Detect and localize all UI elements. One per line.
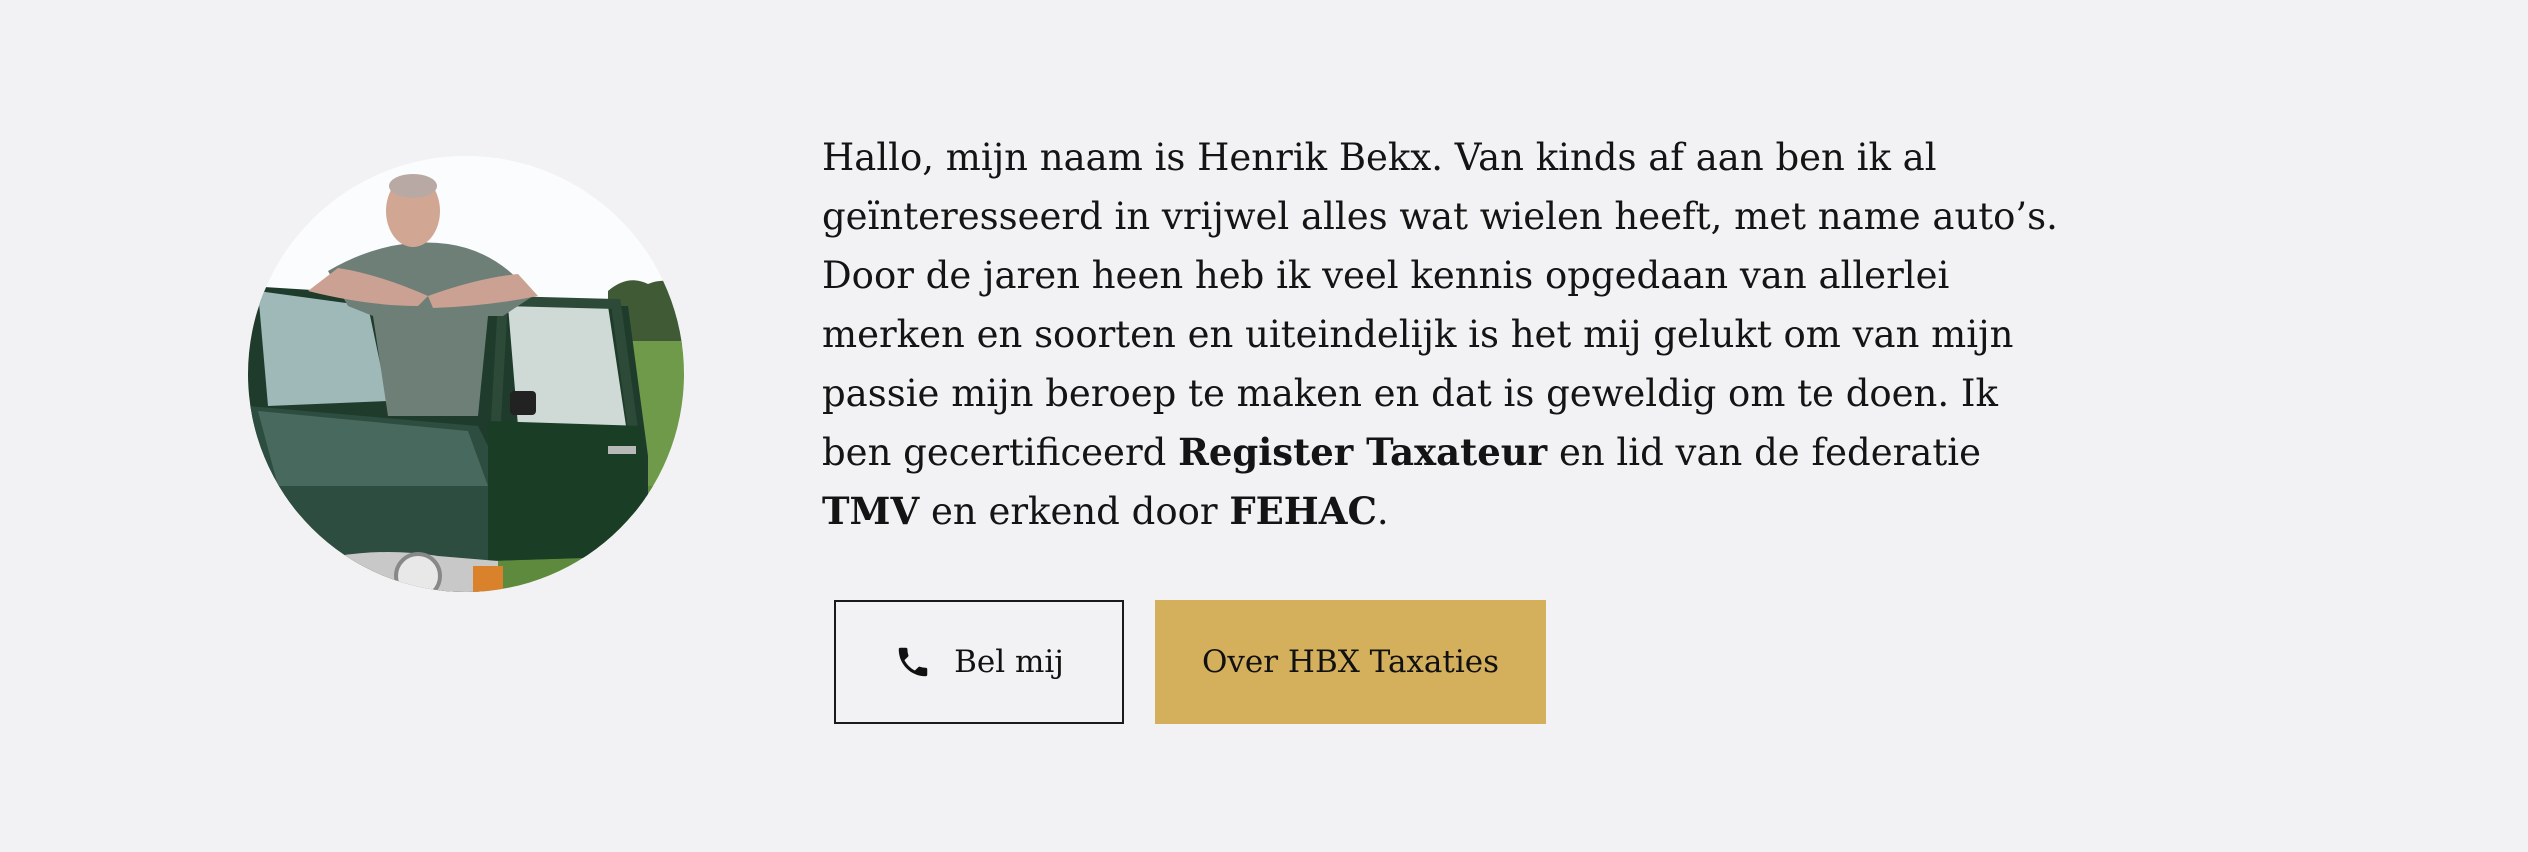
bio-text-part: Hallo, mijn naam is Henrik Bekx. Van kin… [822, 136, 2058, 474]
call-button[interactable]: Bel mij [834, 600, 1124, 724]
about-section: Hallo, mijn naam is Henrik Bekx. Van kin… [0, 0, 2528, 852]
bio-text-part: en lid van de federatie [1547, 431, 1981, 474]
phone-icon [894, 643, 932, 681]
about-hbx-button[interactable]: Over HBX Taxaties [1155, 600, 1546, 724]
bio-text-part: . [1376, 490, 1389, 533]
register-taxateur-label: Register Taxateur [1178, 430, 1548, 474]
about-button-label: Over HBX Taxaties [1201, 644, 1500, 680]
fehac-label: FEHAC [1229, 489, 1377, 533]
call-button-label: Bel mij [954, 644, 1064, 680]
tmv-label: TMV [822, 489, 920, 533]
bio-text: Hallo, mijn naam is Henrik Bekx. Van kin… [822, 128, 2062, 541]
portrait-image [248, 156, 684, 592]
bio-text-part: en erkend door [919, 490, 1230, 533]
